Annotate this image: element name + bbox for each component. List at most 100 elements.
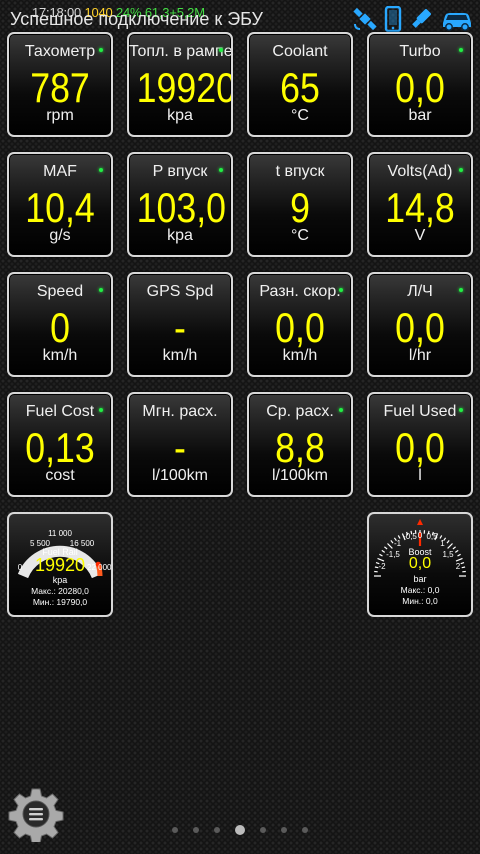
- gauge-tile-16[interactable]: Fuel Used 0,0 l: [367, 392, 473, 497]
- gauge-label: Speed: [36, 283, 84, 300]
- gauge-tile-8[interactable]: Volts(Ad) 14,8 V: [367, 152, 473, 257]
- car-icon: [443, 13, 471, 31]
- boost-gauge[interactable]: 0 -0,5 0,5 -1 1 -1,5 1,5 -2 2 Boost 0,0 …: [367, 512, 473, 617]
- gauge-unit: l/100km: [151, 467, 209, 484]
- active-indicator-dot: [219, 168, 223, 172]
- gauge-unit: km/h: [42, 347, 78, 364]
- page-dot-6[interactable]: [281, 827, 287, 833]
- gauge-value: 0,0: [395, 64, 445, 111]
- gauge-label: t впуск: [275, 163, 325, 180]
- gauge-label: Volts(Ad): [387, 163, 453, 180]
- gauge-label: Тахометр: [24, 43, 96, 60]
- gauge-value: 787: [30, 64, 90, 111]
- satellite-icon: [353, 7, 377, 31]
- boost-min: Мин.: 0,0: [402, 596, 438, 606]
- gauge-tile-7[interactable]: t впуск 9 °C: [247, 152, 353, 257]
- gauge-unit: cost: [45, 467, 75, 484]
- gauge-value: 0,0: [275, 304, 325, 351]
- boost-value: 0,0: [408, 555, 432, 572]
- gauge-unit: km/h: [282, 347, 318, 364]
- active-indicator-dot: [99, 408, 103, 412]
- gauge-label: GPS Spd: [146, 283, 214, 300]
- gauge-value: 0,13: [25, 424, 95, 471]
- gauge-value: 0: [50, 304, 70, 351]
- gauge-label: Топл. в рампе: [129, 43, 233, 60]
- gauge-unit: rpm: [46, 107, 74, 124]
- gauge-label: P впуск: [152, 163, 208, 180]
- bluetooth-adapter-icon: [412, 9, 431, 28]
- gauge-label: Fuel Cost: [25, 403, 95, 420]
- gauge-value: 103,0: [136, 184, 226, 231]
- page-dot-2[interactable]: [193, 827, 199, 833]
- gauge-unit: l/100km: [271, 467, 329, 484]
- gauge-unit: l: [418, 467, 422, 484]
- fuel-rail-min: Мин.: 19790,0: [32, 597, 88, 607]
- gauge-tile-6[interactable]: P впуск 103,0 kpa: [127, 152, 233, 257]
- gauge-label: Разн. скор.: [259, 283, 341, 300]
- gauge-label: Fuel Used: [383, 403, 457, 420]
- gauge-value: -: [174, 304, 186, 351]
- active-indicator-dot: [459, 48, 463, 52]
- page-dot-5[interactable]: [260, 827, 266, 833]
- fuel-rail-tick-11000: 11 000: [48, 529, 72, 538]
- gauge-tile-12[interactable]: Л/Ч 0,0 l/hr: [367, 272, 473, 377]
- active-indicator-dot: [99, 168, 103, 172]
- gauge-unit: V: [414, 227, 426, 244]
- gauge-tile-1[interactable]: Тахометр 787 rpm: [7, 32, 113, 137]
- gauge-unit: l/hr: [408, 347, 432, 364]
- gauge-tile-4[interactable]: Turbo 0,0 bar: [367, 32, 473, 137]
- gauge-value: 14,8: [385, 184, 455, 231]
- gauge-value: 19920: [136, 64, 233, 111]
- gauge-label: Л/Ч: [407, 283, 433, 300]
- gauge-unit: bar: [408, 107, 432, 124]
- status-icons: [352, 6, 474, 32]
- gauge-value: 65: [280, 64, 320, 111]
- active-indicator-dot: [339, 408, 343, 412]
- boost-max: Макс.: 0,0: [400, 585, 440, 595]
- fuel-rail-gauge[interactable]: 11 000 5 500 16 500 0 22 000 Fuel Rail 1…: [7, 512, 113, 617]
- status-bar: 17:18:00 1040 24% 61,3+5,2M Успешное под…: [0, 0, 480, 32]
- gauge-label: Ср. расх.: [266, 403, 334, 420]
- page-dot-3[interactable]: [214, 827, 220, 833]
- page-dot-7[interactable]: [302, 827, 308, 833]
- gauge-label: MAF: [43, 163, 77, 180]
- page-dot-4[interactable]: [235, 825, 245, 835]
- active-indicator-dot: [459, 168, 463, 172]
- active-indicator-dot: [459, 288, 463, 292]
- gauge-value: 0,0: [395, 304, 445, 351]
- gauge-value: 8,8: [275, 424, 325, 471]
- gauge-value: 9: [290, 184, 310, 231]
- gauge-tile-10[interactable]: GPS Spd - km/h: [127, 272, 233, 377]
- gauge-tile-11[interactable]: Разн. скор. 0,0 km/h: [247, 272, 353, 377]
- gauge-unit: kpa: [167, 107, 193, 124]
- gauge-unit: °C: [291, 107, 309, 124]
- fuel-rail-max: Макс.: 20280,0: [31, 586, 89, 596]
- gauge-value: 10,4: [25, 184, 95, 231]
- gauge-tile-5[interactable]: MAF 10,4 g/s: [7, 152, 113, 257]
- active-indicator-dot: [99, 288, 103, 292]
- active-indicator-dot: [99, 48, 103, 52]
- phone-icon: [384, 6, 402, 32]
- page-dot-1[interactable]: [172, 827, 178, 833]
- gauge-unit: °C: [291, 227, 309, 244]
- gauge-tile-3[interactable]: Coolant 65 °C: [247, 32, 353, 137]
- gauge-label: Coolant: [272, 43, 328, 60]
- fuel-rail-value: 19920: [34, 555, 86, 575]
- gauge-value: 0,0: [395, 424, 445, 471]
- gauge-label: Turbo: [399, 43, 441, 60]
- gauge-tile-2[interactable]: Топл. в рампе 19920 kpa: [127, 32, 233, 137]
- connection-status-text: Успешное подключение к ЭБУ: [10, 9, 263, 29]
- gauge-unit: kpa: [167, 227, 193, 244]
- gauge-tile-14[interactable]: Мгн. расх. - l/100km: [127, 392, 233, 497]
- gauge-tile-15[interactable]: Ср. расх. 8,8 l/100km: [247, 392, 353, 497]
- gauge-label: Мгн. расх.: [142, 403, 218, 420]
- fuel-rail-unit: kpa: [52, 575, 68, 585]
- gauge-unit: g/s: [49, 227, 71, 244]
- page-indicator[interactable]: [0, 825, 480, 835]
- boost-unit: bar: [413, 574, 427, 584]
- active-indicator-dot: [459, 408, 463, 412]
- gauge-value: -: [174, 424, 186, 471]
- gauge-tile-13[interactable]: Fuel Cost 0,13 cost: [7, 392, 113, 497]
- active-indicator-dot: [219, 48, 223, 52]
- gauge-tile-9[interactable]: Speed 0 km/h: [7, 272, 113, 377]
